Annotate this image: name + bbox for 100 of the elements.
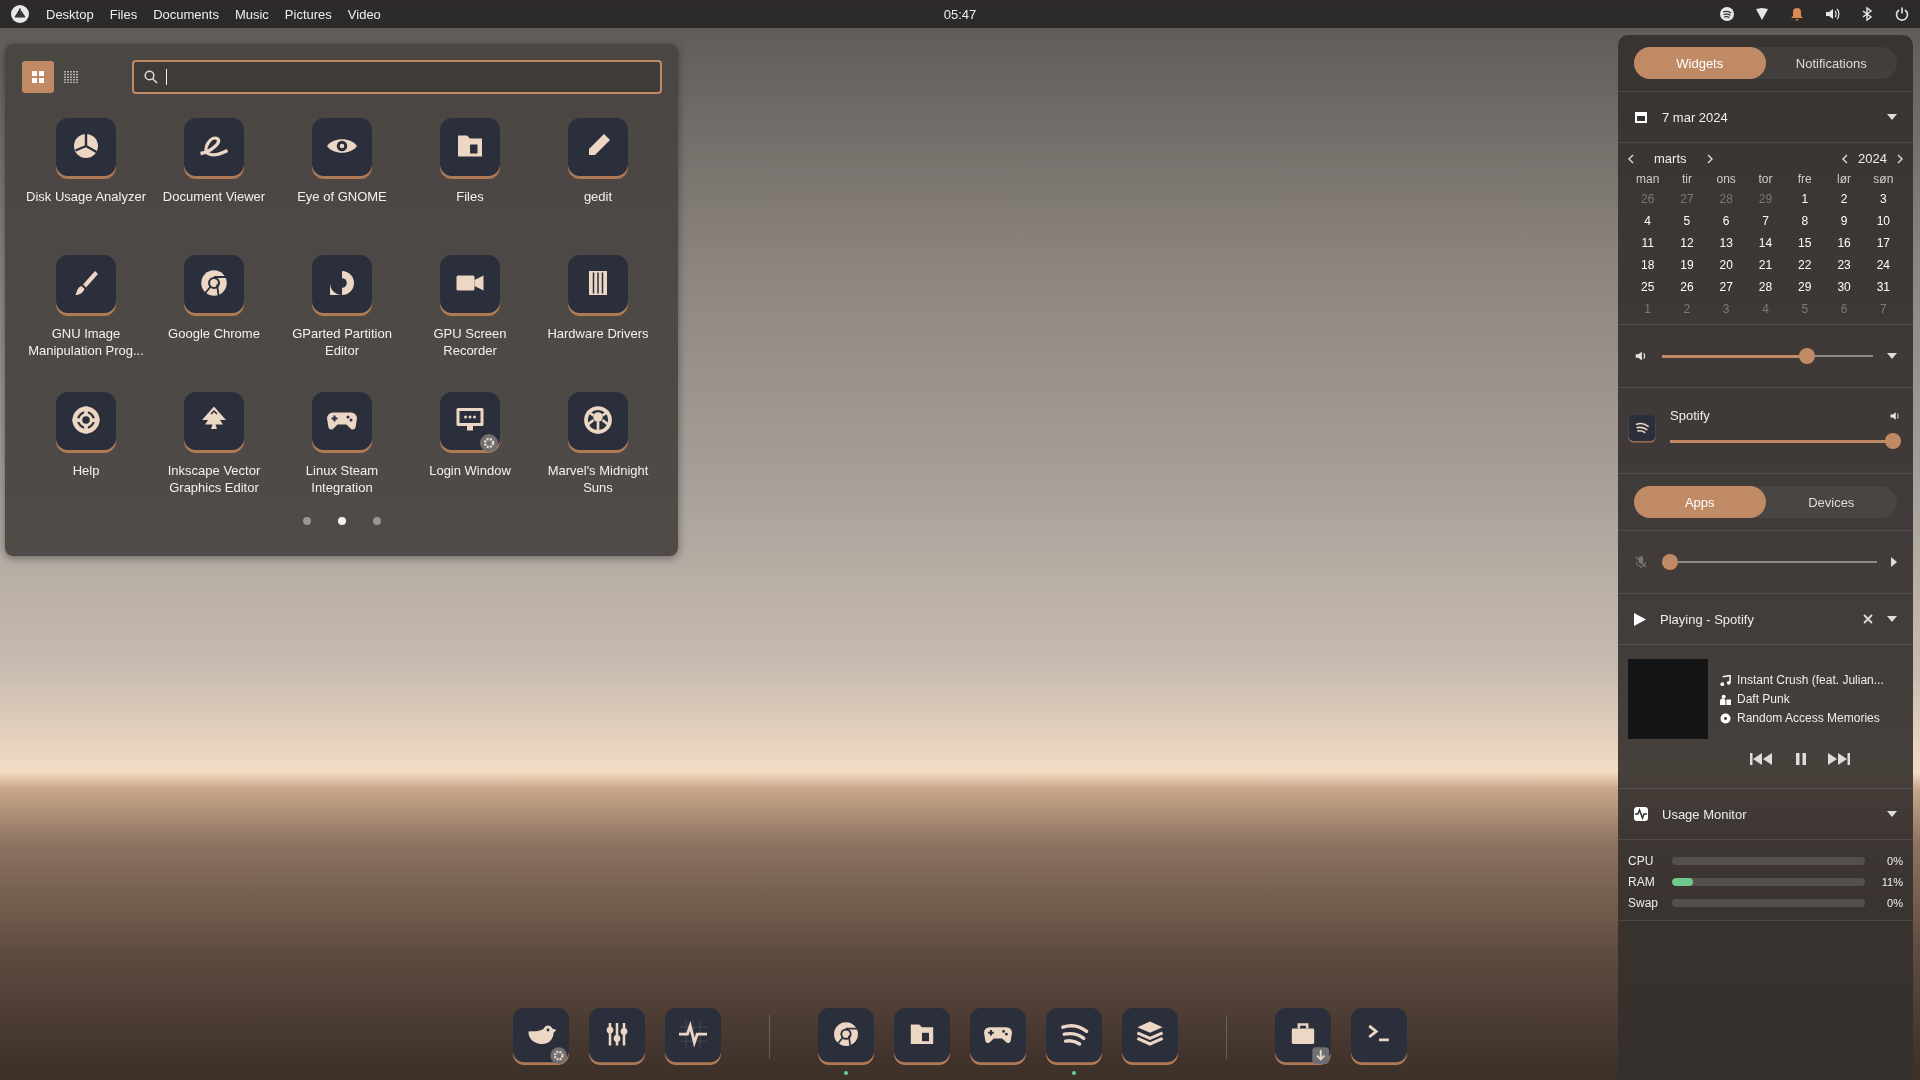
dock-item[interactable] <box>1046 1008 1102 1076</box>
app-launcher-item[interactable]: Disk Usage Analyzer <box>22 118 150 255</box>
calendar-day[interactable]: 31 <box>1863 278 1903 296</box>
calendar-day[interactable]: 19 <box>1667 256 1707 274</box>
calendar-day[interactable]: 11 <box>1628 234 1668 252</box>
calendar-day[interactable]: 29 <box>1785 278 1825 296</box>
calendar-day[interactable]: 21 <box>1745 256 1786 274</box>
weekday-label: søn <box>1872 172 1895 186</box>
calendar-day[interactable]: 22 <box>1785 256 1825 274</box>
folder-icon <box>894 1008 950 1066</box>
calendar-day[interactable]: 2 <box>1824 190 1864 208</box>
app-launcher-item[interactable]: GParted Partition Editor <box>278 255 406 392</box>
play-icon[interactable] <box>1634 612 1646 626</box>
app-launcher-item[interactable]: Document Viewer <box>150 118 278 255</box>
app-launcher-item[interactable]: Marvel's Midnight Suns <box>534 392 662 529</box>
dropdown-caret-icon[interactable] <box>1887 616 1897 622</box>
expand-arrow-icon[interactable] <box>1891 557 1897 567</box>
person-icon <box>1720 693 1731 705</box>
app-launcher-item[interactable]: Files <box>406 118 534 255</box>
calendar-day[interactable]: 3 <box>1863 190 1903 208</box>
slider-thumb[interactable] <box>1798 348 1815 364</box>
meter-label: RAM <box>1628 875 1656 889</box>
calendar-day[interactable]: 1 <box>1785 190 1825 208</box>
app-launcher-item[interactable]: Hardware Drivers <box>534 255 662 392</box>
meter-label: CPU <box>1628 854 1655 868</box>
lifebuoy-icon <box>56 392 116 454</box>
calendar-day[interactable]: 18 <box>1628 256 1668 274</box>
bell-icon[interactable] <box>1789 6 1805 22</box>
chevron-right-icon[interactable] <box>1706 153 1713 164</box>
calendar-day[interactable]: 25 <box>1628 278 1668 296</box>
menu-item[interactable]: Documents <box>153 6 219 22</box>
calendar-day[interactable]: 14 <box>1745 234 1786 252</box>
sound-waves-icon <box>1628 414 1656 443</box>
chevron-left-icon[interactable] <box>1628 153 1634 164</box>
menu-item[interactable]: Music <box>234 6 269 22</box>
chevron-left-icon[interactable] <box>1842 153 1849 164</box>
calendar-day[interactable]: 12 <box>1667 234 1707 252</box>
slider-thumb[interactable] <box>1885 433 1901 449</box>
calendar-day[interactable]: 5 <box>1667 212 1707 230</box>
calendar-day[interactable]: 20 <box>1706 256 1746 274</box>
speaker-icon[interactable] <box>1889 409 1901 422</box>
dropdown-caret-icon[interactable] <box>1887 811 1897 817</box>
calendar-day[interactable]: 6 <box>1706 212 1746 230</box>
app-launcher-item[interactable]: Inkscape Vector Graphics Editor <box>150 392 278 529</box>
layers-icon <box>1122 1008 1178 1066</box>
calendar-day[interactable]: 13 <box>1706 234 1746 252</box>
page-indicator-dot[interactable] <box>373 517 381 525</box>
pulse-icon <box>1634 807 1648 821</box>
calendar-day[interactable]: 8 <box>1785 212 1825 230</box>
speaker-icon[interactable] <box>1634 349 1648 363</box>
page-indicator-dot[interactable] <box>303 517 311 525</box>
app-launcher-item[interactable]: Google Chrome <box>150 255 278 392</box>
calendar-day[interactable]: 27 <box>1706 278 1746 296</box>
menu-item[interactable]: Video <box>347 6 381 22</box>
calendar-day[interactable]: 16 <box>1824 234 1864 252</box>
calendar-day[interactable]: 28 <box>1745 278 1786 296</box>
bird-icon <box>513 1008 569 1066</box>
tab[interactable]: Notifications <box>1765 47 1897 79</box>
app-launcher-item[interactable]: gedit <box>534 118 662 255</box>
sailboat-logo-icon[interactable] <box>10 4 30 24</box>
dropdown-caret-icon[interactable] <box>1887 353 1897 359</box>
speaker-icon[interactable] <box>1824 6 1840 22</box>
sliders-icon <box>589 1008 645 1066</box>
calendar-day[interactable]: 23 <box>1824 256 1864 274</box>
calendar-day[interactable]: 10 <box>1863 212 1903 230</box>
grid-icon <box>32 71 44 83</box>
app-launcher-item[interactable]: GPU Screen Recorder <box>406 255 534 392</box>
calendar-day[interactable]: 26 <box>1667 278 1707 296</box>
app-launcher-item[interactable]: Eye of GNOME <box>278 118 406 255</box>
calendar-day[interactable]: 4 <box>1628 212 1668 230</box>
dropdown-caret-icon[interactable] <box>1887 114 1897 120</box>
app-launcher-item[interactable]: Help <box>22 392 150 529</box>
app-launcher-item[interactable]: Linux Steam Integration <box>278 392 406 529</box>
gamepad-icon <box>312 392 372 454</box>
sound-waves-icon[interactable] <box>1719 6 1735 22</box>
slider-thumb[interactable] <box>1662 554 1678 570</box>
weekday-label: tir <box>1680 172 1693 186</box>
app-launcher-item[interactable]: GNU Image Manipulation Prog... <box>22 255 150 392</box>
calendar-day[interactable]: 24 <box>1863 256 1903 274</box>
pause-icon <box>1795 753 1806 765</box>
calendar-day[interactable]: 7 <box>1745 212 1786 230</box>
menu-item[interactable]: Pictures <box>284 6 332 22</box>
calendar-day[interactable]: 15 <box>1785 234 1825 252</box>
power-icon[interactable] <box>1894 6 1910 22</box>
page-indicator-dot[interactable] <box>338 517 346 525</box>
search-field[interactable] <box>132 60 662 94</box>
calendar-day[interactable]: 17 <box>1863 234 1903 252</box>
grid-view-button[interactable] <box>22 61 54 93</box>
chevron-right-icon[interactable] <box>1897 153 1903 164</box>
calendar-day[interactable]: 30 <box>1824 278 1864 296</box>
clock[interactable]: 05:47 <box>943 6 977 22</box>
calendar-day[interactable]: 9 <box>1824 212 1864 230</box>
weekday-label: tor <box>1757 172 1774 186</box>
calendar-icon <box>1634 110 1648 124</box>
app-launcher-item[interactable]: Login Window <box>406 392 534 529</box>
menu-item[interactable]: Desktop <box>46 6 94 22</box>
menu-item[interactable]: Files <box>109 6 138 22</box>
close-icon[interactable] <box>1863 614 1873 624</box>
tab[interactable]: Devices <box>1765 486 1897 518</box>
dock-item[interactable] <box>818 1008 874 1076</box>
